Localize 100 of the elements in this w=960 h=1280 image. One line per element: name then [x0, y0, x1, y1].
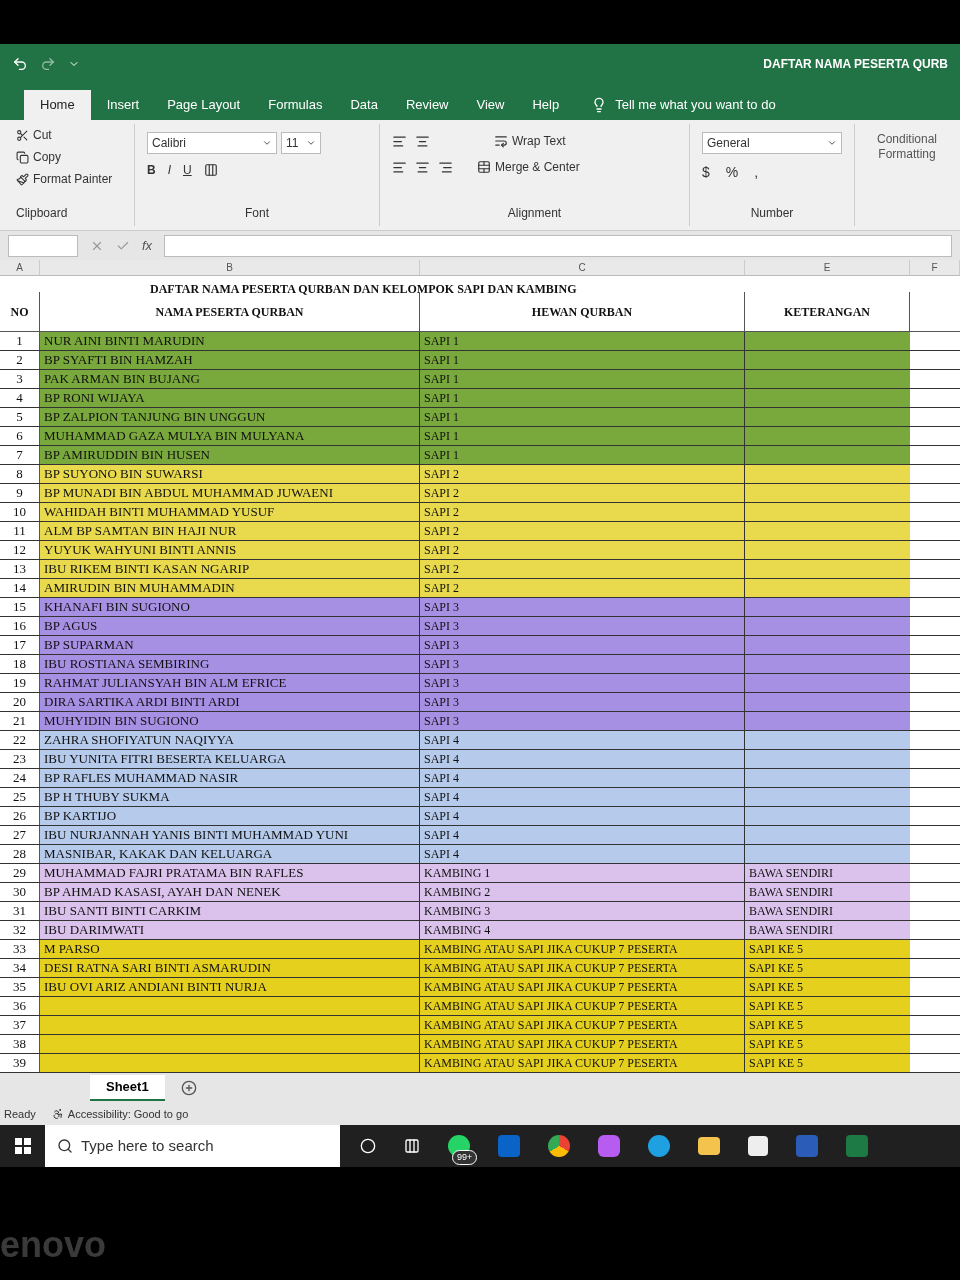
ribbon-tab[interactable]: View	[464, 90, 517, 120]
currency-button[interactable]: $	[702, 162, 710, 183]
row-number: 20	[13, 694, 26, 709]
row-number: 14	[13, 580, 26, 595]
accessibility-status[interactable]: Accessibility: Good to go	[67, 1105, 189, 1123]
bezel-logo: enovo	[0, 1223, 106, 1267]
animal-cell: SAPI 2	[424, 524, 459, 538]
note-cell: SAPI KE 5	[749, 980, 803, 994]
note-cell: SAPI KE 5	[749, 999, 803, 1013]
align-left-icon[interactable]	[392, 159, 407, 175]
note-cell: BAWA SENDIRI	[749, 904, 834, 918]
row-number: 6	[16, 428, 23, 443]
column-header[interactable]: F	[910, 260, 960, 275]
comma-button[interactable]: ,	[754, 162, 759, 183]
conditional-formatting-button[interactable]: Conditional Formatting	[867, 132, 947, 162]
row-number: 4	[16, 390, 23, 405]
column-header[interactable]: B	[40, 260, 420, 275]
bold-button[interactable]: B	[147, 161, 156, 179]
note-cell: SAPI KE 5	[749, 1056, 803, 1070]
participant-name: BP H THUBY SUKMA	[44, 789, 170, 804]
animal-cell: KAMBING 3	[424, 904, 491, 918]
align-middle-icon[interactable]	[415, 133, 430, 149]
participant-name: IBU NURJANNAH YANIS BINTI MUHAMMAD YUNI	[44, 827, 349, 842]
cortana-icon[interactable]	[360, 1138, 376, 1154]
row-number: 26	[13, 808, 26, 823]
column-header[interactable]: C	[420, 260, 745, 275]
row-number: 15	[13, 599, 26, 614]
font-size-field[interactable]: 11	[281, 132, 321, 154]
row-number: 35	[13, 979, 26, 994]
animal-cell: KAMBING 4	[424, 923, 491, 937]
animal-cell: KAMBING ATAU SAPI JIKA CUKUP 7 PESERTA	[424, 980, 678, 994]
participant-name: IBU SANTI BINTI CARKIM	[44, 903, 202, 918]
scissors-icon	[16, 128, 29, 142]
add-sheet-icon[interactable]	[180, 1080, 197, 1096]
windows-icon[interactable]	[14, 1138, 31, 1154]
row-number: 16	[13, 618, 26, 633]
column-heading: NO	[10, 303, 29, 321]
row-number: 19	[13, 675, 26, 690]
ribbon-tab[interactable]: Page Layout	[155, 90, 253, 120]
font-name-field[interactable]: Calibri	[147, 132, 277, 154]
participant-name: BP RAFLES MUHAMMAD NASIR	[44, 770, 239, 785]
participant-name: IBU RIKEM BINTI KASAN NGARIP	[44, 561, 250, 576]
row-number: 39	[13, 1055, 26, 1070]
row-number: 33	[13, 941, 26, 956]
row-number: 23	[13, 751, 26, 766]
column-header[interactable]: A	[0, 260, 40, 275]
animal-cell: SAPI 4	[424, 828, 459, 842]
participant-name: DESI RATNA SARI BINTI ASMARUDIN	[44, 960, 271, 975]
animal-cell: SAPI 3	[424, 638, 459, 652]
participant-name: PAK ARMAN BIN BUJANG	[44, 371, 200, 386]
ribbon-tab[interactable]: Help	[520, 90, 572, 120]
ribbon-tab[interactable]: Formulas	[256, 90, 335, 120]
wrap-text-button[interactable]: Wrap Text	[494, 132, 566, 150]
row-number: 7	[16, 447, 23, 462]
row-number: 2	[16, 352, 23, 367]
format-painter-button[interactable]: Format Painter	[16, 168, 118, 190]
percent-button[interactable]: %	[725, 162, 739, 183]
copy-icon	[16, 150, 29, 164]
participant-name: BP SUYONO BIN SUWARSI	[44, 466, 203, 481]
task-view-icon[interactable]	[404, 1138, 420, 1154]
ribbon-tab[interactable]: Insert	[94, 90, 152, 120]
undo-icon[interactable]	[12, 56, 28, 72]
participant-name: BP SYAFTI BIN HAMZAH	[44, 352, 193, 367]
row-number: 21	[13, 713, 26, 728]
ribbon-tab[interactable]: Home	[24, 90, 91, 120]
align-center-icon[interactable]	[415, 159, 430, 175]
align-top-icon[interactable]	[392, 133, 407, 149]
copy-button[interactable]: Copy	[16, 146, 118, 168]
formula-field[interactable]	[164, 234, 952, 257]
column-header[interactable]: E	[745, 260, 910, 275]
function-label[interactable]: fx	[142, 235, 153, 256]
row-number: 12	[13, 542, 26, 557]
group-label: Font	[245, 205, 269, 222]
align-right-icon[interactable]	[438, 159, 453, 175]
animal-cell: SAPI 4	[424, 771, 459, 785]
animal-cell: SAPI 1	[424, 372, 459, 386]
animal-cell: SAPI 2	[424, 543, 459, 557]
app-icon[interactable]	[598, 1135, 620, 1157]
row-number: 11	[13, 523, 26, 538]
tell-me-field[interactable]: Tell me what you want to do	[615, 95, 776, 115]
cut-button[interactable]: Cut	[16, 124, 118, 146]
number-format-field[interactable]: General	[702, 132, 842, 154]
ribbon-tab[interactable]: Review	[393, 90, 461, 120]
animal-cell: SAPI 3	[424, 600, 459, 614]
row-number: 38	[13, 1036, 26, 1051]
animal-cell: SAPI 3	[424, 676, 459, 690]
italic-button[interactable]: I	[167, 161, 171, 179]
sheet-tab[interactable]: Sheet1	[90, 1075, 165, 1101]
column-heading: HEWAN QURBAN	[531, 303, 633, 321]
participant-name: NUR AINI BINTI MARUDIN	[44, 333, 205, 348]
animal-cell: SAPI 1	[424, 429, 459, 443]
ribbon-tab[interactable]: Data	[338, 90, 390, 120]
taskbar-search-field[interactable]: Type here to search	[45, 1125, 340, 1167]
underline-button[interactable]: U	[183, 161, 192, 179]
borders-icon[interactable]	[203, 163, 218, 177]
dropdown-icon	[262, 138, 272, 148]
paintbrush-icon	[16, 172, 29, 186]
sheet-title: DAFTAR NAMA PESERTA QURBAN DAN KELOMPOK SAPI DAN KAMBING	[150, 282, 577, 296]
row-number: 25	[13, 789, 26, 804]
merge-center-button[interactable]: Merge & Center	[477, 158, 580, 176]
